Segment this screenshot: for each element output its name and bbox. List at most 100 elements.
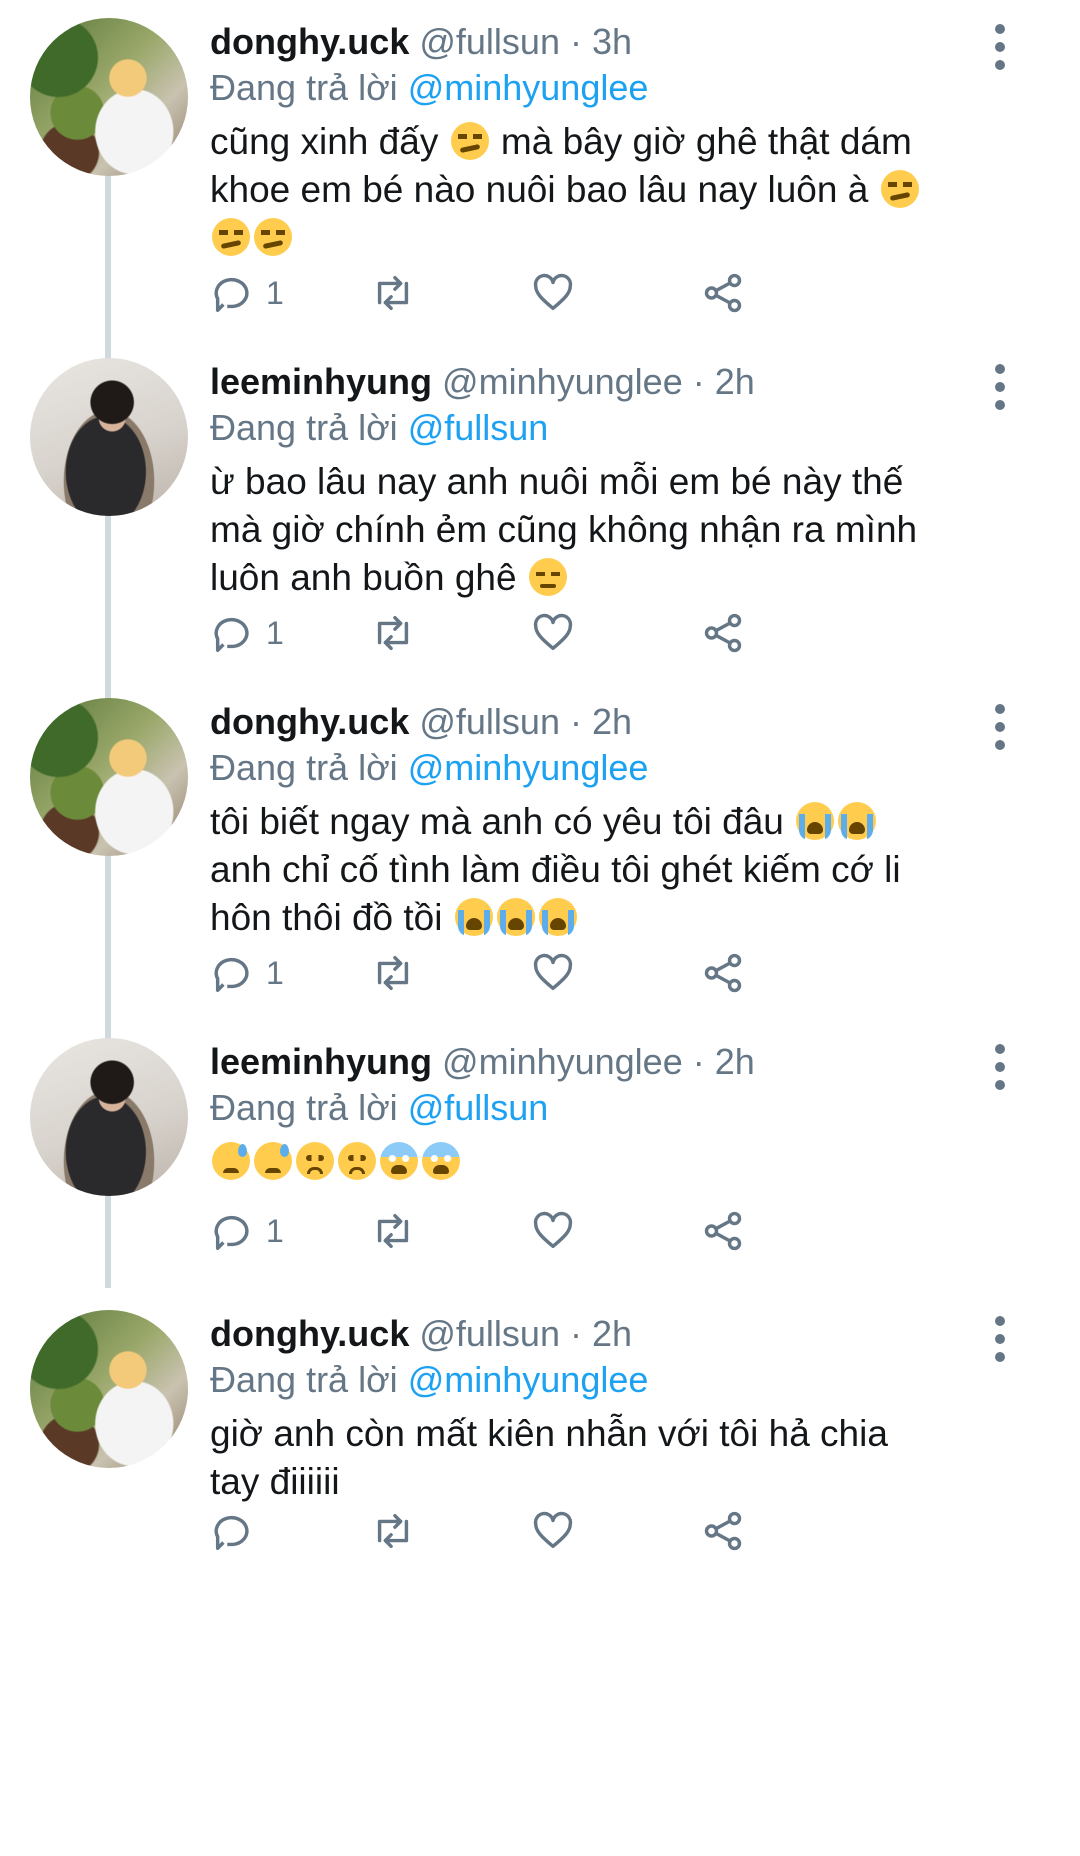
avatar[interactable]	[30, 358, 188, 516]
user-handle[interactable]: @minhyunglee	[442, 361, 683, 402]
tweet-text: giờ anh còn mất kiên nhẫn với tôi hả chi…	[210, 1410, 1020, 1506]
tweet-text: cũng xinh đấy mà bây giờ ghê thật dám kho…	[210, 118, 1020, 262]
tweet-text-run: hôn thôi đồ tồi	[210, 897, 453, 938]
display-name[interactable]: leeminhyung	[210, 1041, 432, 1082]
retweet-icon	[377, 1213, 409, 1249]
avatar[interactable]	[30, 698, 188, 856]
share-button[interactable]	[700, 1206, 746, 1256]
sob-emoji-icon	[838, 802, 877, 840]
retweet-button[interactable]	[370, 608, 416, 658]
tweet[interactable]: donghy.uck @fullsun · 3h Đang trả lời @m…	[0, 0, 1080, 340]
reply-button[interactable]: 1	[210, 608, 284, 658]
reply-icon	[214, 277, 249, 312]
reply-count: 1	[266, 1212, 284, 1249]
sad-emoji-icon	[296, 1142, 334, 1180]
reply-button[interactable]	[210, 1506, 266, 1556]
tweet-actions	[210, 1506, 1020, 1556]
share-button[interactable]	[700, 268, 746, 318]
retweet-icon	[377, 955, 409, 991]
replying-to-label: Đang trả lời	[210, 67, 398, 108]
share-button[interactable]	[700, 608, 746, 658]
share-button[interactable]	[700, 1506, 746, 1556]
avatar[interactable]	[30, 1038, 188, 1196]
smirk-emoji-icon	[450, 122, 489, 160]
like-icon	[533, 1511, 573, 1549]
tweet-text-line: tay điiiiii	[210, 1458, 1020, 1506]
replying-to: Đang trả lời @fullsun	[210, 1086, 548, 1130]
reply-count: 1	[266, 614, 284, 651]
sob-emoji-icon	[454, 898, 493, 936]
timestamp[interactable]: · 2h	[693, 361, 755, 402]
smirk-emoji-icon	[880, 170, 919, 208]
mention-link[interactable]: @minhyunglee	[408, 67, 649, 108]
reply-icon	[214, 617, 249, 652]
share-icon	[704, 1511, 742, 1551]
tweet-text-run: cũng xinh đấy	[210, 121, 449, 162]
retweet-button[interactable]	[370, 948, 416, 998]
like-icon	[533, 273, 573, 311]
tweet-text-line: ừ bao lâu nay anh nuôi mỗi em bé này thế	[210, 458, 1020, 506]
smirk-emoji-icon	[254, 218, 292, 256]
replying-to: Đang trả lời @minhyunglee	[210, 66, 648, 110]
share-icon	[704, 1211, 742, 1251]
tweet[interactable]: donghy.uck @fullsun · 2h Đang trả lời @m…	[0, 680, 1080, 1020]
like-icon	[533, 953, 573, 991]
like-button[interactable]	[530, 948, 576, 998]
retweet-button[interactable]	[370, 1206, 416, 1256]
like-button[interactable]	[530, 608, 576, 658]
user-handle[interactable]: @fullsun	[419, 21, 560, 62]
mention-link[interactable]: @fullsun	[408, 407, 549, 448]
user-handle[interactable]: @fullsun	[419, 701, 560, 742]
more-options-icon[interactable]	[990, 364, 1010, 410]
replying-to-label: Đang trả lời	[210, 1087, 398, 1128]
timestamp[interactable]: · 2h	[570, 1313, 632, 1354]
reply-button[interactable]: 1	[210, 948, 284, 998]
more-options-icon[interactable]	[990, 1316, 1010, 1362]
display-name[interactable]: donghy.uck	[210, 701, 409, 742]
tweet-text-run: khoe em bé nào nuôi bao lâu nay luôn à	[210, 169, 879, 210]
more-options-icon[interactable]	[990, 24, 1010, 70]
like-button[interactable]	[530, 1506, 576, 1556]
user-handle[interactable]: @fullsun	[419, 1313, 560, 1354]
timestamp[interactable]: · 2h	[693, 1041, 755, 1082]
tweet-text	[210, 1138, 1020, 1186]
display-name[interactable]: donghy.uck	[210, 1313, 409, 1354]
tweet[interactable]: leeminhyung @minhyunglee · 2h Đang trả l…	[0, 1020, 1080, 1292]
avatar[interactable]	[30, 18, 188, 176]
tweet-text-line: giờ anh còn mất kiên nhẫn với tôi hả chi…	[210, 1410, 1020, 1458]
tweet-text-run: luôn anh buồn ghê	[210, 557, 527, 598]
sob-emoji-icon	[496, 898, 535, 936]
like-button[interactable]	[530, 1206, 576, 1256]
reply-button[interactable]: 1	[210, 1206, 284, 1256]
replying-to-label: Đang trả lời	[210, 1359, 398, 1400]
user-handle[interactable]: @minhyunglee	[442, 1041, 683, 1082]
tweet-text-line	[210, 214, 1020, 262]
like-icon	[533, 1211, 573, 1249]
mention-link[interactable]: @fullsun	[408, 1087, 549, 1128]
mention-link[interactable]: @minhyunglee	[408, 747, 649, 788]
mention-link[interactable]: @minhyunglee	[408, 1359, 649, 1400]
tweet-actions: 1	[210, 608, 1020, 658]
tweet[interactable]: leeminhyung @minhyunglee · 2h Đang trả l…	[0, 340, 1080, 680]
tweet-text-run: ừ bao lâu nay anh nuôi mỗi em bé này thế	[210, 461, 904, 502]
more-options-icon[interactable]	[990, 1044, 1010, 1090]
reply-icon	[214, 957, 249, 992]
retweet-button[interactable]	[370, 268, 416, 318]
share-button[interactable]	[700, 948, 746, 998]
tweet-text-run: giờ anh còn mất kiên nhẫn với tôi hả chi…	[210, 1413, 888, 1454]
pensive-emoji-icon	[528, 558, 567, 596]
tweet[interactable]: donghy.uck @fullsun · 2h Đang trả lời @m…	[0, 1292, 1080, 1856]
timestamp[interactable]: · 2h	[570, 701, 632, 742]
tweet-text: tôi biết ngay mà anh có yêu tôi đâu anh …	[210, 798, 1020, 942]
tweet-text-line: cũng xinh đấy mà bây giờ ghê thật dám	[210, 118, 1020, 166]
reply-button[interactable]: 1	[210, 268, 284, 318]
more-options-icon[interactable]	[990, 704, 1010, 750]
avatar[interactable]	[30, 1310, 188, 1468]
like-button[interactable]	[530, 268, 576, 318]
like-icon	[533, 613, 573, 651]
retweet-button[interactable]	[370, 1506, 416, 1556]
timestamp[interactable]: · 3h	[570, 21, 632, 62]
reply-count: 1	[266, 274, 284, 311]
display-name[interactable]: leeminhyung	[210, 361, 432, 402]
display-name[interactable]: donghy.uck	[210, 21, 409, 62]
